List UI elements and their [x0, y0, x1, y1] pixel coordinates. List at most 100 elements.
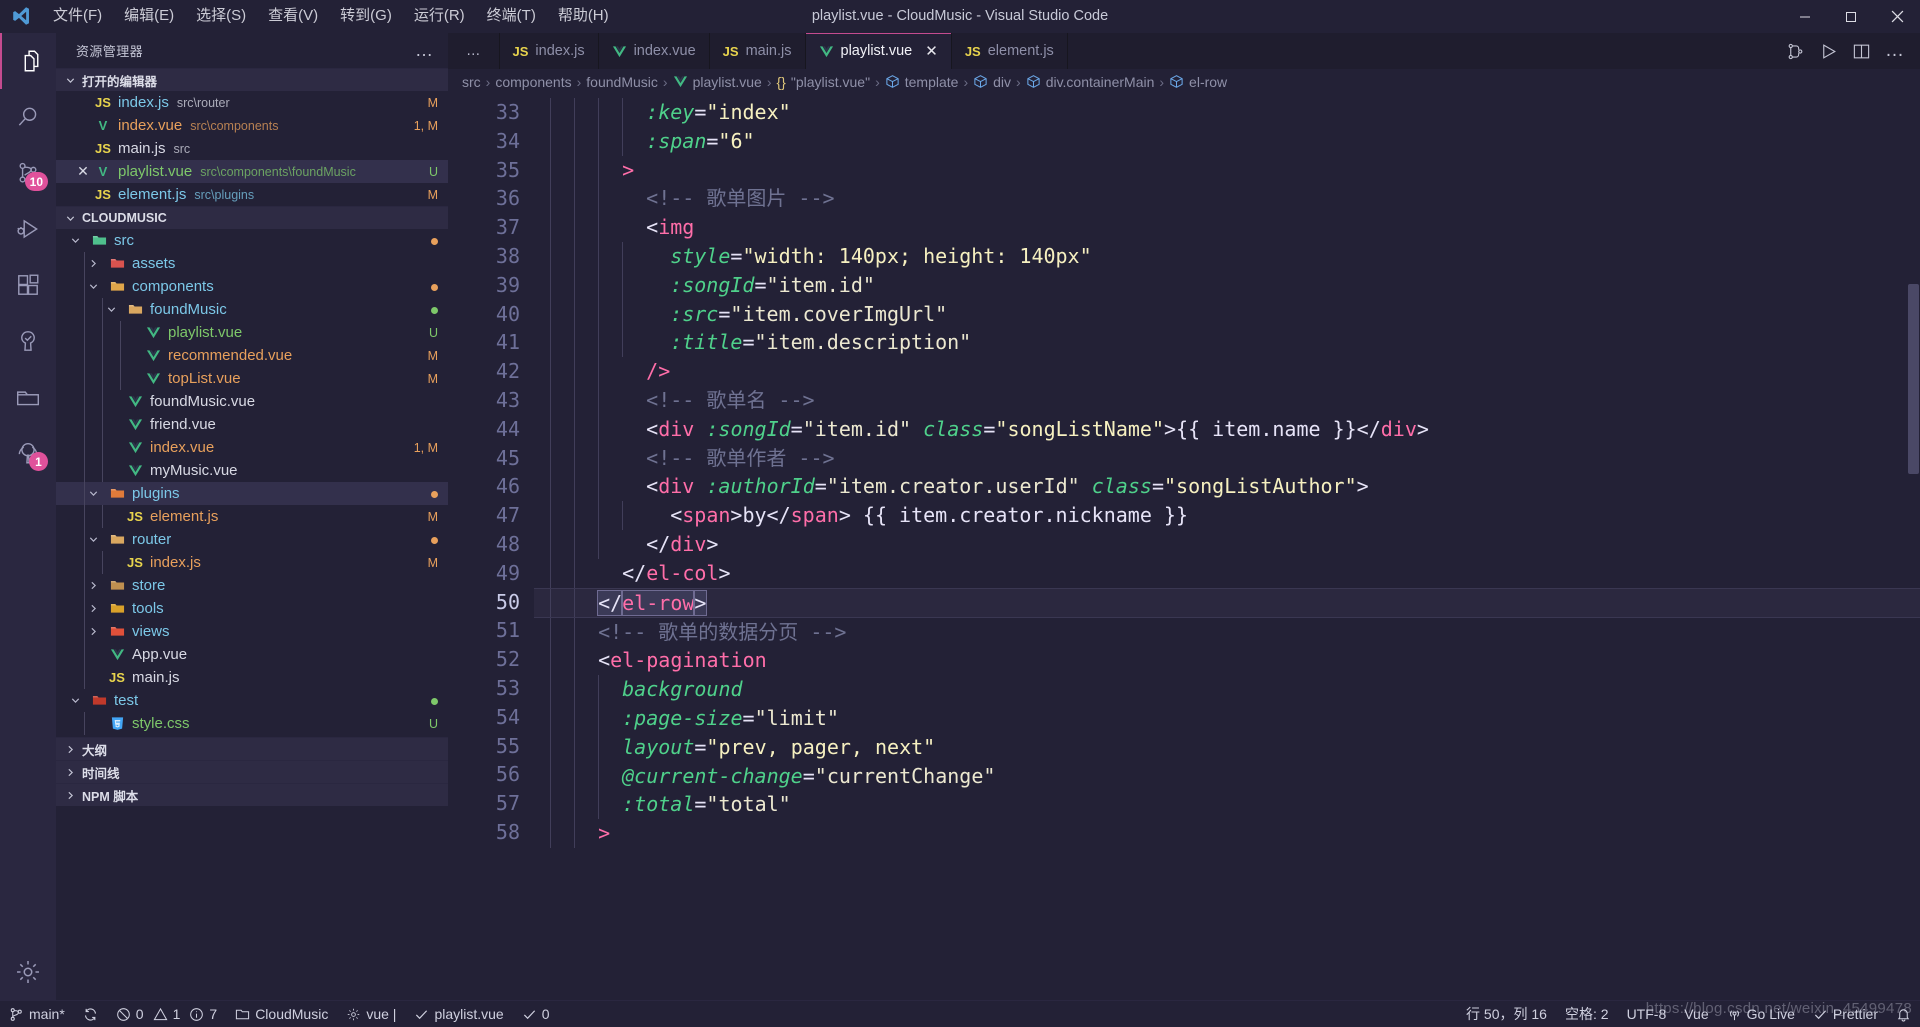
open-editor-index-js[interactable]: JS index.js src\router M — [56, 91, 448, 114]
code-line[interactable]: </el-col> — [534, 558, 1920, 588]
code-line[interactable]: :page-size="limit" — [534, 703, 1920, 733]
tree-folder-plugins[interactable]: plugins — [56, 482, 448, 505]
menu-help[interactable]: 帮助(H) — [547, 2, 620, 30]
chevron-down-icon[interactable] — [70, 695, 88, 706]
status-prettier[interactable]: Prettier — [1804, 1001, 1887, 1027]
chevron-down-icon[interactable] — [88, 281, 106, 292]
menu-view[interactable]: 查看(V) — [257, 2, 329, 30]
chevron-right-icon[interactable] — [88, 258, 106, 269]
tree-file-recommended-vue[interactable]: recommended.vue M — [56, 344, 448, 367]
breadcrumb-item-playlist-vue[interactable]: playlist.vue — [673, 74, 762, 90]
code-line[interactable]: :songId="item.id" — [534, 270, 1920, 300]
status-cursor-position[interactable]: 行 50，列 16 — [1457, 1001, 1556, 1027]
code-line[interactable]: <el-pagination — [534, 646, 1920, 676]
status-go-live[interactable]: Go Live — [1718, 1001, 1804, 1027]
code-line[interactable]: background — [534, 675, 1920, 704]
chevron-right-icon[interactable] — [88, 626, 106, 637]
tree-file-index-vue[interactable]: index.vue 1, M — [56, 436, 448, 459]
tab-playlist-vue[interactable]: playlist.vue ✕ — [805, 33, 952, 69]
activity-todo-tree[interactable]: 1 — [0, 425, 56, 481]
section-timeline[interactable]: 时间线 — [56, 760, 448, 783]
tree-file-friend-vue[interactable]: friend.vue — [56, 413, 448, 436]
status-branch[interactable]: main* — [0, 1001, 74, 1027]
status-notifications[interactable] — [1887, 1001, 1920, 1027]
code-line[interactable]: :title="item.description" — [534, 328, 1920, 358]
tree-file-foundmusic-vue[interactable]: foundMusic.vue — [56, 390, 448, 413]
tree-folder-tools[interactable]: tools — [56, 597, 448, 620]
tree-folder-src[interactable]: src — [56, 229, 448, 252]
code-editor[interactable]: 33 34 35 36 37 38 39 40 41 42 43 44 45 46 47 48 49 50 51 52… — [448, 94, 1920, 1000]
code-line[interactable]: style="width: 140px; height: 140px" — [534, 241, 1920, 271]
minimize-icon[interactable] — [1782, 0, 1828, 33]
status-tasks[interactable]: 0 — [513, 1001, 559, 1027]
open-editor-playlist-vue[interactable]: ✕ V playlist.vue src\components\foundMus… — [56, 160, 448, 183]
tree-folder-test[interactable]: test — [56, 689, 448, 712]
tab-index-vue[interactable]: index.vue — [598, 33, 710, 69]
code-content[interactable]: :key="index":span="6" > <!-- 歌单图片 --> <img s… — [534, 94, 1920, 1000]
tree-folder-assets[interactable]: assets — [56, 252, 448, 275]
code-line[interactable]: /> — [534, 357, 1920, 386]
code-line[interactable]: > — [534, 819, 1920, 848]
activity-testing[interactable] — [0, 313, 56, 369]
tree-folder-router[interactable]: router — [56, 528, 448, 551]
tree-folder-views[interactable]: views — [56, 620, 448, 643]
tree-folder-foundmusic[interactable]: foundMusic — [56, 298, 448, 321]
tree-file-app-vue[interactable]: App.vue — [56, 643, 448, 666]
code-line[interactable]: <!-- 歌单作者 --> — [534, 443, 1920, 473]
breadcrumb-item-div-containermain[interactable]: div.containerMain — [1026, 74, 1154, 90]
code-line[interactable]: <span>by</span> {{ item.creator.nickname… — [534, 501, 1920, 530]
menu-file[interactable]: 文件(F) — [42, 2, 113, 30]
code-line[interactable]: :key="index" — [534, 98, 1920, 127]
menu-go[interactable]: 转到(G) — [329, 2, 403, 30]
breadcrumb-item-div[interactable]: div — [973, 74, 1011, 90]
tree-file-playlist-vue[interactable]: playlist.vue U — [56, 321, 448, 344]
more-actions-icon[interactable]: … — [1885, 41, 1904, 60]
code-line[interactable]: <!-- 歌单图片 --> — [534, 184, 1920, 214]
code-line[interactable]: </el-row> — [534, 587, 1920, 618]
code-line[interactable]: :span="6" — [534, 126, 1920, 156]
open-editor-main-js[interactable]: JS main.js src — [56, 137, 448, 160]
status-file-prettier[interactable]: playlist.vue — [405, 1001, 512, 1027]
breadcrumb-item--playlist-vue-[interactable]: {} "playlist.vue" — [777, 74, 871, 90]
activity-explorer[interactable] — [0, 33, 56, 89]
tab-element-js[interactable]: JS element.js — [951, 33, 1068, 69]
breadcrumb-item-template[interactable]: template — [885, 74, 958, 90]
code-line[interactable]: <div :authorId="item.creator.userId" cla… — [534, 472, 1920, 502]
chevron-down-icon[interactable] — [88, 534, 106, 545]
status-sync[interactable] — [74, 1001, 107, 1027]
status-vue-plugin[interactable]: vue | — [337, 1001, 405, 1027]
chevron-right-icon[interactable] — [88, 603, 106, 614]
menu-terminal[interactable]: 终端(T) — [476, 2, 547, 30]
activity-remote-explorer[interactable] — [0, 369, 56, 425]
activity-run-debug[interactable] — [0, 201, 56, 257]
chevron-down-icon[interactable] — [70, 235, 88, 246]
code-line[interactable]: @current-change="currentChange" — [534, 761, 1920, 791]
status-language-mode[interactable]: Vue — [1675, 1001, 1717, 1027]
tree-file-toplist-vue[interactable]: topList.vue M — [56, 367, 448, 390]
chevron-down-icon[interactable] — [88, 488, 106, 499]
code-line[interactable]: > — [534, 155, 1920, 185]
chevron-right-icon[interactable] — [88, 580, 106, 591]
code-line[interactable]: <!-- 歌单名 --> — [534, 385, 1920, 415]
tabs-overflow-icon[interactable]: … — [448, 33, 500, 69]
status-encoding[interactable]: UTF-8 — [1618, 1001, 1676, 1027]
section-npm-scripts[interactable]: NPM 脚本 — [56, 783, 448, 806]
tree-file-element-js[interactable]: JS element.js M — [56, 505, 448, 528]
menu-run[interactable]: 运行(R) — [403, 2, 476, 30]
status-problems[interactable]: 0 1 7 — [107, 1001, 226, 1027]
close-icon[interactable] — [1874, 0, 1920, 33]
activity-source-control[interactable]: 10 — [0, 145, 56, 201]
status-folder[interactable]: CloudMusic — [226, 1001, 337, 1027]
activity-search[interactable] — [0, 89, 56, 145]
breadcrumb-item-foundmusic[interactable]: foundMusic — [586, 74, 658, 90]
tree-folder-store[interactable]: store — [56, 574, 448, 597]
open-editor-element-js[interactable]: JS element.js src\plugins M — [56, 183, 448, 206]
tab-index-js[interactable]: JS index.js — [499, 33, 599, 69]
close-editor-icon[interactable]: ✕ — [74, 163, 92, 180]
tree-file-mymusic-vue[interactable]: myMusic.vue — [56, 459, 448, 482]
code-line[interactable]: <img — [534, 213, 1920, 242]
open-editor-index-vue[interactable]: V index.vue src\components 1, M — [56, 114, 448, 137]
scrollbar-thumb[interactable] — [1908, 284, 1919, 474]
code-line[interactable]: :total="total" — [534, 790, 1920, 820]
code-line[interactable]: </div> — [534, 529, 1920, 559]
